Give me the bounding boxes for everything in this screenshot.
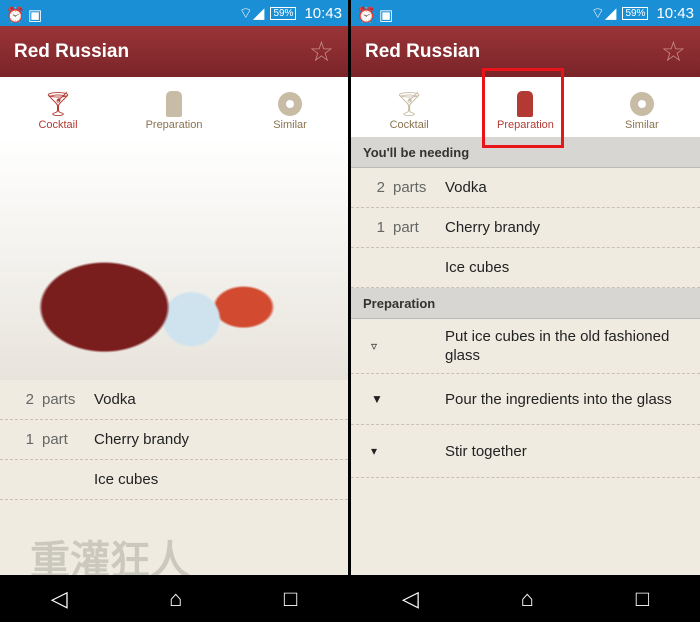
battery: 59% <box>270 6 297 20</box>
unit: part <box>393 219 419 236</box>
signal-icon: ◢ <box>252 5 265 22</box>
tab-cocktail[interactable]: 🍸︎ Cocktail <box>0 77 116 137</box>
status-bar: ⏰ ▣ ⌔ ◢ 59% 10:43 <box>351 0 700 26</box>
step-text: Put ice cubes in the old fashioned glass <box>445 328 670 364</box>
cocktail-glass-icon: 🍸︎ <box>42 90 74 118</box>
pour-glass-icon: ▼ <box>371 392 383 406</box>
unit: parts <box>42 391 76 408</box>
section-header-preparation: Preparation <box>351 288 700 319</box>
step-text: Stir together <box>445 442 527 460</box>
clock: 10:43 <box>304 4 342 22</box>
ingredient-row: Ice cubes <box>351 248 700 288</box>
stir-glass-icon: ▾ <box>371 444 378 458</box>
signal-icon: ◢ <box>604 5 617 22</box>
similar-disc-icon <box>629 89 654 119</box>
ice-glass-icon: ▿ <box>371 339 378 353</box>
tab-label: Preparation <box>145 119 203 131</box>
tab-similar[interactable]: Similar <box>584 77 700 137</box>
step-row: ▼ Pour the ingredients into the glass <box>351 374 700 425</box>
unit: parts <box>393 179 427 196</box>
ingredient-name: Ice cubes <box>445 259 510 276</box>
step-row: ▾ Stir together <box>351 425 700 478</box>
status-bar: ⏰ ▣ ⌔ ◢ 59% 10:43 <box>0 0 348 26</box>
highlight-box <box>482 68 564 148</box>
left-screen: ⏰ ▣ ⌔ ◢ 59% 10:43 Red Russian ☆ 🍸︎ Cocktail… <box>0 0 348 622</box>
ingredient-list: 2 parts Vodka 1 part Cherry brandy Ice cubes <box>0 380 348 500</box>
tab-cocktail[interactable]: 🍸︎ Cocktail <box>351 77 467 137</box>
recents-icon[interactable]: □ <box>284 586 297 612</box>
image-icon: ▣ <box>379 7 394 24</box>
home-icon[interactable]: ⌂ <box>521 586 534 612</box>
alarm-icon: ⏰ <box>357 7 376 24</box>
page-title: Red Russian <box>14 40 130 62</box>
similar-disc-icon <box>278 89 302 119</box>
alarm-icon: ⏰ <box>6 7 25 24</box>
tab-label: Cocktail <box>38 119 78 131</box>
step-text: Pour the ingredients into the glass <box>445 390 672 408</box>
nav-bar: ◁ ⌂ □ <box>0 575 348 622</box>
amount: 2 <box>376 179 385 196</box>
ingredient-row: 2 parts Vodka <box>351 168 700 208</box>
ingredient-name: Ice cubes <box>94 471 159 488</box>
step-row: ▿ Put ice cubes in the old fashioned glas… <box>351 319 700 374</box>
ingredient-row: 2 parts Vodka <box>0 380 348 420</box>
tab-label: Cocktail <box>389 119 429 131</box>
cocktail-glass-icon: 🍸︎ <box>393 90 425 118</box>
amount: 1 <box>376 219 385 236</box>
wifi-icon: ⌔ <box>238 4 253 22</box>
amount: 1 <box>25 431 34 448</box>
shaker-icon <box>166 89 182 119</box>
page-title: Red Russian <box>365 40 481 62</box>
wifi-icon: ⌔ <box>590 4 605 22</box>
ingredient-name: Vodka <box>445 179 487 196</box>
favorite-star-icon[interactable]: ☆ <box>309 35 334 68</box>
image-icon: ▣ <box>28 7 43 24</box>
amount: 2 <box>25 391 34 408</box>
favorite-star-icon[interactable]: ☆ <box>661 35 686 68</box>
ingredient-row: 1 part Cherry brandy <box>0 420 348 460</box>
clock: 10:43 <box>656 4 694 22</box>
tab-label: Similar <box>625 119 659 131</box>
tab-preparation[interactable]: Preparation <box>116 77 232 137</box>
ingredient-name: Vodka <box>94 391 136 408</box>
unit: part <box>42 431 68 448</box>
battery: 59% <box>622 6 649 20</box>
ingredient-row: 1 part Cherry brandy <box>351 208 700 248</box>
right-screen: ⏰ ▣ ⌔ ◢ 59% 10:43 Red Russian ☆ 🍸︎ Cocktail… <box>351 0 700 622</box>
ingredient-name: Cherry brandy <box>445 219 541 236</box>
tab-bar: 🍸︎ Cocktail Preparation Similar <box>0 77 348 137</box>
recents-icon[interactable]: □ <box>636 586 649 612</box>
tab-label: Similar <box>273 119 307 131</box>
tab-similar[interactable]: Similar <box>232 77 348 137</box>
back-icon[interactable]: ◁ <box>51 586 68 612</box>
ingredient-row: Ice cubes <box>0 460 348 500</box>
ingredient-name: Cherry brandy <box>94 431 190 448</box>
back-icon[interactable]: ◁ <box>402 586 419 612</box>
home-icon[interactable]: ⌂ <box>169 586 182 612</box>
cocktail-image <box>0 137 348 380</box>
app-bar: Red Russian ☆ <box>0 26 348 77</box>
nav-bar: ◁ ⌂ □ <box>351 575 700 622</box>
